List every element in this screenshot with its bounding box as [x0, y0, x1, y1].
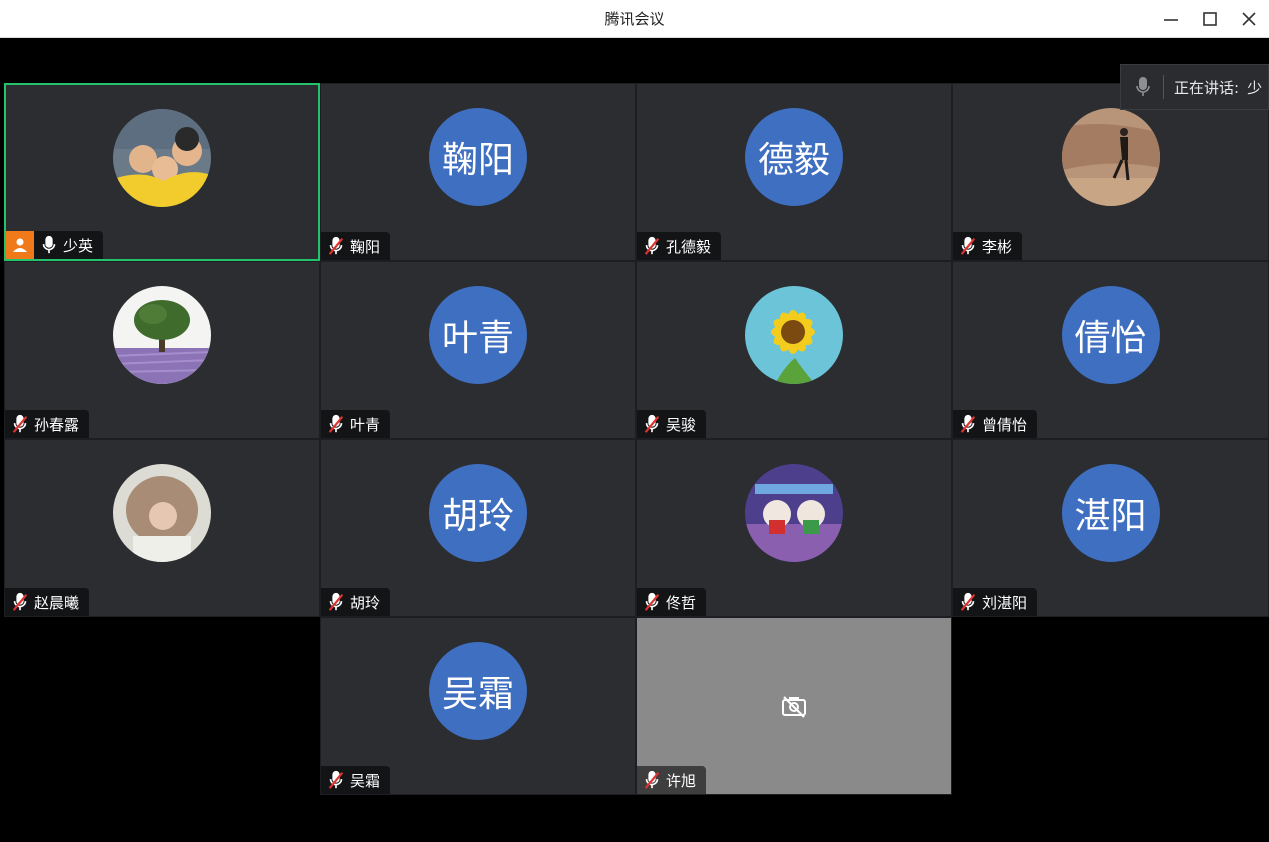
- participant-name: 孙春露: [34, 415, 80, 434]
- microphone-muted-icon: [328, 414, 344, 433]
- mic-muted-indicator: [959, 236, 977, 256]
- speaking-name: 少: [1247, 78, 1263, 97]
- host-badge: [6, 231, 34, 259]
- host-person-icon: [13, 238, 27, 252]
- maximize-icon: [1203, 12, 1217, 26]
- mic-muted-indicator: [959, 592, 977, 612]
- participant-name: 赵晨曦: [34, 593, 80, 612]
- mic-muted-indicator: [959, 414, 977, 434]
- participant-tile[interactable]: 吴霜 吴霜: [320, 617, 636, 795]
- microphone-muted-icon: [960, 414, 976, 433]
- microphone-muted-icon: [328, 770, 344, 789]
- participant-nametag: 孙春露: [5, 410, 90, 438]
- participant-nametag: 孔德毅: [637, 232, 722, 260]
- mic-muted-indicator: [327, 236, 345, 256]
- speaking-label: 正在讲话:: [1174, 78, 1240, 97]
- close-icon: [1242, 12, 1256, 26]
- avatar: 叶青: [429, 286, 527, 384]
- mic-muted-indicator: [327, 770, 345, 790]
- microphone-muted-icon: [644, 414, 660, 433]
- participant-tile[interactable]: 佟哲: [636, 439, 952, 617]
- participant-name: 胡玲: [350, 593, 381, 612]
- participant-nametag: 胡玲: [321, 588, 391, 616]
- microphone-icon: [42, 235, 56, 254]
- minimize-button[interactable]: [1158, 7, 1184, 31]
- video-grid: 少英 鞠阳 鞠阳 德毅 孔德毅 李彬 孙春露 叶青 叶青 吴骏 倩怡 曾倩怡 赵晨曦 胡玲 胡玲 佟哲 湛阳 刘湛…: [4, 38, 1269, 842]
- avatar-photo: [745, 286, 843, 384]
- participant-name: 吴骏: [666, 415, 697, 434]
- participant-name: 佟哲: [666, 593, 697, 612]
- mic-muted-indicator: [643, 414, 661, 434]
- participant-nametag: 佟哲: [637, 588, 707, 616]
- microphone-muted-icon: [960, 592, 976, 611]
- title-bar: 腾讯会议: [0, 0, 1269, 38]
- participant-tile[interactable]: 鞠阳 鞠阳: [320, 83, 636, 261]
- mic-on-indicator: [40, 235, 58, 255]
- participant-name: 孔德毅: [666, 237, 712, 256]
- mic-muted-indicator: [643, 592, 661, 612]
- participant-tile[interactable]: 孙春露: [4, 261, 320, 439]
- avatar-photo: [745, 464, 843, 562]
- microphone-muted-icon: [328, 592, 344, 611]
- avatar-photo: [113, 464, 211, 562]
- microphone-muted-icon: [644, 770, 660, 789]
- avatar-photo: [113, 286, 211, 384]
- separator: [1163, 75, 1164, 99]
- window-title: 腾讯会议: [604, 10, 665, 28]
- mic-muted-indicator: [11, 414, 29, 434]
- mic-muted-indicator: [327, 414, 345, 434]
- avatar: 德毅: [745, 108, 843, 206]
- participant-nametag: 鞠阳: [321, 232, 391, 260]
- mic-muted-indicator: [643, 236, 661, 256]
- participant-tile[interactable]: 少英: [4, 83, 320, 261]
- microphone-muted-icon: [12, 414, 28, 433]
- participant-nametag: 少英: [6, 231, 104, 259]
- participant-name: 曾倩怡: [982, 415, 1028, 434]
- avatar: 吴霜: [429, 642, 527, 740]
- participant-tile[interactable]: 倩怡曾倩怡: [952, 261, 1269, 439]
- participant-nametag: 赵晨曦: [5, 588, 90, 616]
- participant-name: 叶青: [350, 415, 381, 434]
- participant-name: 刘湛阳: [982, 593, 1028, 612]
- participant-nametag: 吴霜: [321, 766, 391, 794]
- participant-tile[interactable]: 叶青 叶青: [320, 261, 636, 439]
- microphone-muted-icon: [644, 592, 660, 611]
- participant-nametag: 吴骏: [637, 410, 707, 438]
- microphone-icon: [1136, 77, 1150, 96]
- participant-name: 吴霜: [350, 771, 381, 790]
- participant-nametag: 曾倩怡: [953, 410, 1038, 438]
- microphone-muted-icon: [960, 236, 976, 255]
- minimize-icon: [1164, 19, 1178, 21]
- microphone-muted-icon: [644, 236, 660, 255]
- maximize-button[interactable]: [1197, 7, 1223, 31]
- avatar-photo: [1061, 108, 1160, 206]
- microphone-muted-icon: [328, 236, 344, 255]
- participant-nametag: 许旭: [637, 766, 707, 794]
- avatar: 鞠阳: [429, 108, 527, 206]
- participant-tile[interactable]: 湛阳刘湛阳: [952, 439, 1269, 617]
- participant-nametag: 叶青: [321, 410, 391, 438]
- participant-name: 李彬: [982, 237, 1013, 256]
- close-button[interactable]: [1236, 7, 1262, 31]
- avatar: 胡玲: [429, 464, 527, 562]
- participant-name: 少英: [63, 236, 94, 255]
- mic-muted-indicator: [11, 592, 29, 612]
- participant-tile[interactable]: 赵晨曦: [4, 439, 320, 617]
- mic-muted-indicator: [327, 592, 345, 612]
- avatar: 湛阳: [1061, 464, 1160, 562]
- participant-tile[interactable]: 德毅孔德毅: [636, 83, 952, 261]
- participant-name: 许旭: [666, 771, 697, 790]
- participant-name: 鞠阳: [350, 237, 381, 256]
- participant-tile[interactable]: 吴骏: [636, 261, 952, 439]
- avatar: 倩怡: [1061, 286, 1160, 384]
- participant-tile[interactable]: 许旭: [636, 617, 952, 795]
- mic-muted-indicator: [643, 770, 661, 790]
- participant-nametag: 刘湛阳: [953, 588, 1038, 616]
- speaking-indicator: 正在讲话: 少: [1120, 64, 1269, 110]
- camera-off-icon: [780, 692, 808, 720]
- participant-tile[interactable]: 胡玲 胡玲: [320, 439, 636, 617]
- microphone-muted-icon: [12, 592, 28, 611]
- avatar-photo: [113, 109, 211, 207]
- participant-nametag: 李彬: [953, 232, 1023, 260]
